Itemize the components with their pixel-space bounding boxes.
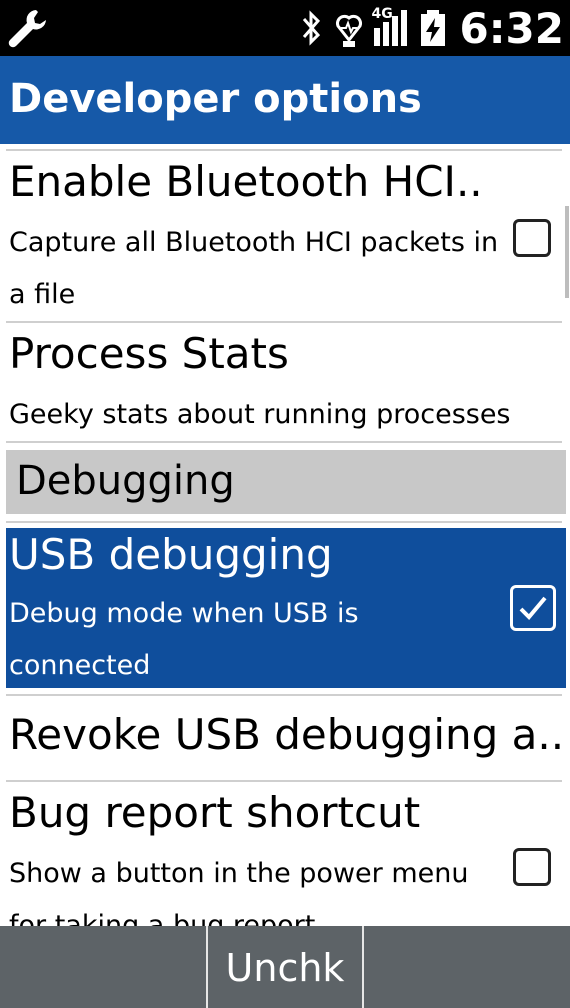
list-item-process-stats[interactable]: Process Stats Geeky stats about running … — [0, 323, 570, 441]
checkmark-icon — [519, 596, 547, 620]
item-subtitle: Geeky stats about running processes — [9, 399, 511, 430]
item-subtitle: Show a button in the power menu for taki… — [9, 858, 469, 926]
wrench-icon — [8, 10, 47, 48]
softkey-center[interactable]: Unchk — [206, 926, 364, 1008]
bluetooth-icon — [302, 10, 320, 46]
usb-debugging-checkbox[interactable] — [510, 585, 556, 631]
list-item-usb-debugging[interactable]: USB debugging Debug mode when USB is con… — [6, 528, 566, 688]
bug-report-checkbox[interactable] — [513, 848, 551, 886]
list-item-bluetooth-hci[interactable]: Enable Bluetooth HCI.. Capture all Bluet… — [0, 151, 570, 321]
bluetooth-hci-checkbox[interactable] — [513, 219, 551, 257]
signal-indicator: 4G — [371, 6, 410, 48]
list-item-revoke-usb[interactable]: Revoke USB debugging a.. — [0, 696, 570, 780]
softkey-center-label: Unchk — [225, 946, 345, 990]
divider — [6, 521, 562, 523]
softkey-left[interactable] — [0, 926, 206, 1008]
item-title: Bug report shortcut — [9, 788, 421, 837]
softkey-bar: Unchk — [0, 926, 570, 1008]
clock: 6:32 — [459, 3, 564, 53]
battery-charging-icon — [420, 10, 445, 46]
item-title: USB debugging — [9, 530, 333, 579]
category-header: Debugging — [6, 450, 566, 514]
category-label: Debugging — [16, 458, 235, 504]
page-title: Developer options — [9, 76, 422, 122]
action-bar: Developer options — [0, 56, 570, 144]
item-subtitle: Capture all Bluetooth HCI packets in a f… — [9, 227, 499, 310]
item-subtitle: Debug mode when USB is connected — [9, 598, 359, 681]
status-bar: 4G 6:32 — [0, 0, 570, 56]
item-title: Enable Bluetooth HCI.. — [9, 157, 483, 206]
heart-pulse-icon — [335, 14, 362, 47]
list-item-bug-report-shortcut[interactable]: Bug report shortcut Show a button in the… — [0, 782, 570, 926]
item-title: Revoke USB debugging a.. — [9, 710, 565, 759]
item-title: Process Stats — [9, 329, 289, 378]
network-type-label: 4G — [371, 6, 393, 22]
divider — [6, 441, 562, 443]
scrollbar[interactable] — [565, 206, 569, 298]
settings-list[interactable]: Enable Bluetooth HCI.. Capture all Bluet… — [0, 144, 570, 926]
softkey-right[interactable] — [364, 926, 570, 1008]
